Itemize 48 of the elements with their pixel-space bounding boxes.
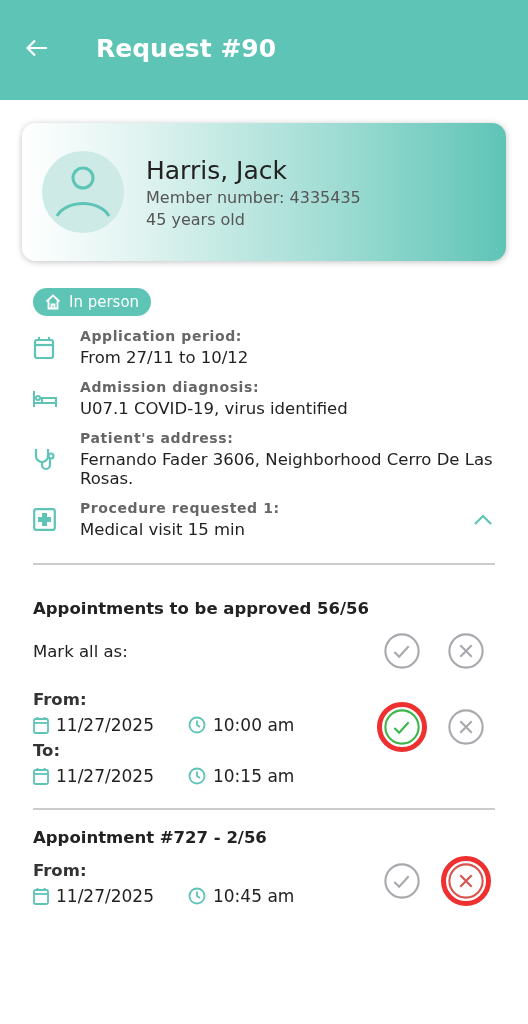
- patient-age: 45 years old: [146, 209, 246, 229]
- check-circle-icon: [383, 708, 421, 746]
- appointment-date: 11/27/2025: [56, 886, 154, 906]
- back-arrow-icon: [26, 39, 48, 57]
- calendar-icon: [33, 887, 49, 905]
- badge-label: In person: [69, 293, 140, 311]
- detail-label: Patient's address:: [80, 430, 235, 446]
- back-button[interactable]: [26, 39, 48, 57]
- range-label: To:: [33, 741, 61, 760]
- approve-button[interactable]: [377, 702, 427, 752]
- reject-button[interactable]: [441, 856, 491, 906]
- calendar-icon: [33, 767, 49, 785]
- detail-label: Procedure requested 1:: [80, 500, 281, 516]
- range-label: From:: [33, 690, 88, 709]
- appointment-date: 11/27/2025: [56, 715, 154, 735]
- stethoscope-icon: [33, 447, 57, 471]
- detail-value: Fernando Fader 3606, Neighborhood Cerro De Las Rosas.: [80, 450, 494, 488]
- mark-all-label: Mark all as:: [33, 641, 128, 661]
- chevron-up-icon: [473, 513, 493, 526]
- member-number: Member number: 4335435: [146, 187, 361, 207]
- x-circle-icon: [447, 862, 485, 900]
- check-circle-icon: [383, 632, 421, 670]
- appointment-time: 10:00 am: [213, 715, 295, 735]
- detail-value: From 27/11 to 10/12: [80, 348, 250, 367]
- detail-label: Application period:: [80, 328, 244, 344]
- bed-icon: [33, 389, 57, 408]
- range-label: From:: [33, 861, 88, 880]
- clock-icon: [188, 716, 206, 734]
- section-heading: Appointments to be approved 56/56: [33, 599, 370, 618]
- appointment-date: 11/27/2025: [56, 766, 154, 786]
- detail-value: U07.1 COVID-19, virus identified: [80, 399, 349, 418]
- detail-value: Medical visit 15 min: [80, 520, 247, 539]
- clock-icon: [188, 767, 206, 785]
- person-icon: [55, 166, 111, 218]
- calendar-icon: [33, 716, 49, 734]
- appointment-title: Appointment #727 - 2/56: [33, 828, 268, 847]
- check-circle-icon: [383, 862, 421, 900]
- page-title: Request #90: [96, 33, 277, 63]
- x-circle-icon: [447, 708, 485, 746]
- x-circle-icon: [447, 632, 485, 670]
- detail-label: Admission diagnosis:: [80, 379, 261, 395]
- appointment-time: 10:45 am: [213, 886, 295, 906]
- patient-name: Harris, Jack: [146, 155, 288, 185]
- medical-cross-icon: [33, 508, 56, 531]
- calendar-icon: [33, 335, 55, 360]
- clock-icon: [188, 887, 206, 905]
- house-icon: [45, 294, 61, 310]
- appointment-time: 10:15 am: [213, 766, 295, 786]
